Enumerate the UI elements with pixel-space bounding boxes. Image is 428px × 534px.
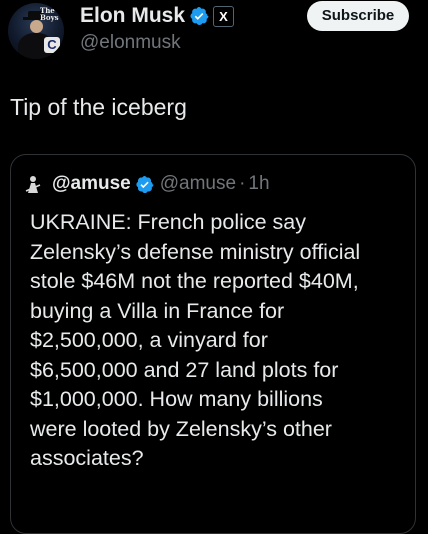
- quoted-text-line: were looted by Zelensky’s other: [30, 416, 332, 441]
- quoted-text-line: UKRAINE: French police say: [30, 210, 307, 234]
- author-handle[interactable]: @elonmusk: [80, 32, 181, 54]
- quoted-text-line: stole $46M not the reported $40M,: [30, 269, 359, 293]
- quoted-text-line: $2,500,000, a vinyard for: [30, 328, 268, 352]
- author-display-name[interactable]: Elon Musk: [80, 4, 185, 28]
- quoted-text-line: buying a Villa in France for: [30, 298, 285, 323]
- author-name-row: Elon Musk X: [80, 3, 235, 29]
- quoted-tweet-text: UKRAINE: French police say Zelensky’s de…: [30, 208, 416, 474]
- quoted-text-line: $6,500,000 and 27 land plots for: [30, 357, 339, 382]
- verified-badge-icon[interactable]: [135, 175, 154, 194]
- author-avatar[interactable]: The Boys C: [8, 3, 64, 59]
- quoted-tweet-header: @amuse @amuse · 1h: [22, 171, 270, 197]
- quoted-author-avatar[interactable]: [22, 173, 44, 195]
- separator-dot: ·: [239, 173, 246, 194]
- quoted-text-line: associates?: [30, 446, 144, 470]
- quoted-text-line: $1,000,000. How many billions: [30, 387, 323, 411]
- quoted-author-handle[interactable]: @amuse: [160, 173, 236, 195]
- subscribe-button[interactable]: Subscribe: [307, 1, 409, 31]
- quoted-author-name[interactable]: @amuse: [52, 173, 131, 195]
- post-text: Tip of the iceberg: [10, 94, 187, 120]
- x-affiliation-badge-icon[interactable]: X: [213, 5, 235, 27]
- avatar-logo-text: The Boys: [40, 6, 59, 22]
- avatar-c-badge: C: [44, 37, 60, 53]
- quoted-tweet-time[interactable]: 1h: [248, 173, 269, 195]
- verified-badge-icon[interactable]: [189, 6, 209, 26]
- quoted-text-line: Zelensky’s defense ministry official: [30, 239, 361, 264]
